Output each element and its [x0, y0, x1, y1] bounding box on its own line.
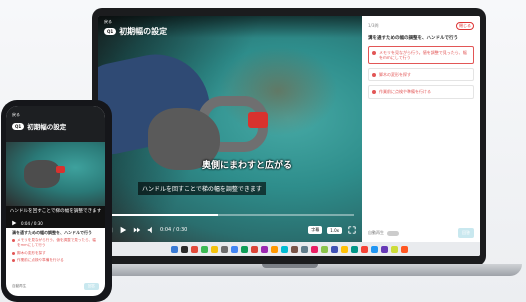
autoplay-toggle[interactable]: 自動再生 [368, 230, 400, 236]
radio-icon [372, 50, 376, 55]
dock-app-icon[interactable] [190, 245, 198, 253]
quiz-option-label: 脚木の変形を探す [379, 72, 411, 78]
video-controls: 0:04 / 0:30 字幕 1.0x [98, 220, 362, 240]
phone-video-controls: 0:04 / 0:30 [6, 218, 105, 228]
dock-app-icon[interactable] [240, 245, 248, 253]
quiz-panel: 1/3問 閉じる 溝を通すための幅の調整を、ハンドルで行う メモリを見ながら行う… [362, 16, 480, 242]
dock-app-icon[interactable] [320, 245, 328, 253]
phone-lesson-badge: Q1 [12, 122, 25, 130]
toggle-switch-icon [387, 230, 400, 236]
back-link[interactable]: 戻る [104, 19, 112, 25]
video-overlay-caption: 奥側にまわすと広がる [202, 161, 293, 171]
quiz-option[interactable]: 作業前に点検や準備を行ける [368, 85, 474, 99]
video-red-part [248, 112, 268, 128]
dock-app-icon[interactable] [230, 245, 238, 253]
video-progress-fill [106, 214, 218, 216]
phone-back-link[interactable]: 戻る [12, 112, 20, 118]
phone-quiz-option-label: 作業前に点検や準備を行ける [17, 258, 64, 263]
phone-quiz-option[interactable]: 作業前に点検や準備を行ける [12, 258, 99, 263]
dock-app-icon[interactable] [280, 245, 288, 253]
phone-video-glove [24, 160, 60, 188]
video-time: 0:04 / 0:30 [160, 227, 188, 233]
phone-radio-icon [12, 251, 15, 255]
dock-app-icon[interactable] [360, 245, 368, 253]
phone-video-time: 0:04 / 0:30 [21, 220, 43, 226]
video-header: 戻る Q1 初期幅の設定 [98, 16, 362, 38]
phone-screen: 戻る Q1 初期幅の設定 ハンドルを回すことで梯の幅を調整できます 0:04 /… [6, 106, 105, 296]
taskbar-dock [98, 242, 480, 256]
video-subtitle: ハンドルを回すことで梯の幅を調整できます [138, 182, 266, 195]
quiz-option-label: メモリを見ながら行う。値を調整で見ったら、幅をmmにして行う [379, 49, 467, 61]
dock-app-icon[interactable] [400, 245, 408, 253]
autoplay-label: 自動再生 [368, 230, 384, 235]
quiz-counter: 1/3問 [368, 23, 379, 28]
volume-icon[interactable] [146, 226, 155, 235]
phone-quiz-option-label: 脚木の変形を探す [17, 250, 46, 255]
quiz-option[interactable]: メモリを見ながら行う。値を調整で見ったら、幅をmmにして行う [368, 45, 474, 65]
quiz-header: 1/3問 閉じる [368, 22, 474, 30]
phone-video-subtitle: ハンドルを回すことで梯の幅を調整できます [6, 206, 105, 218]
close-button[interactable]: 閉じる [456, 22, 474, 30]
dock-app-icon[interactable] [270, 245, 278, 253]
video-progress-bar[interactable] [106, 214, 354, 216]
dock-app-icon[interactable] [290, 245, 298, 253]
play-icon[interactable] [118, 226, 127, 235]
laptop-screen: 戻る Q1 初期幅の設定 奥側にまわすと広がる ハンドルを回すことで梯の幅を調整… [98, 16, 480, 256]
phone-title-group: Q1 初期幅の設定 [12, 121, 66, 131]
phone-radio-icon [12, 259, 15, 263]
dock-app-icon[interactable] [250, 245, 258, 253]
phone-quiz-footer: 自動再生 回答 [12, 283, 99, 290]
dock-app-icon[interactable] [170, 245, 178, 253]
video-player[interactable]: 戻る Q1 初期幅の設定 奥側にまわすと広がる ハンドルを回すことで梯の幅を調整… [98, 16, 362, 242]
phone-submit-button[interactable]: 回答 [83, 283, 99, 290]
dock-app-icon[interactable] [340, 245, 348, 253]
quiz-footer: 自動再生 回答 [368, 228, 474, 238]
dock-app-icon[interactable] [220, 245, 228, 253]
dock-app-icon[interactable] [310, 245, 318, 253]
phone-video-player[interactable] [6, 142, 105, 206]
phone-play-icon[interactable] [11, 220, 17, 227]
phone-radio-icon [12, 239, 15, 243]
forward-icon[interactable] [132, 226, 141, 235]
device-mockup-stage: 戻る Q1 初期幅の設定 奥側にまわすと広がる ハンドルを回すことで梯の幅を調整… [0, 0, 526, 302]
dock-app-icon[interactable] [390, 245, 398, 253]
speed-button[interactable]: 1.0x [327, 226, 342, 234]
dock-app-icon[interactable] [210, 245, 218, 253]
title-group: Q1 初期幅の設定 [104, 26, 167, 37]
dock-app-icon[interactable] [330, 245, 338, 253]
dock-app-icon[interactable] [200, 245, 208, 253]
subtitle-button[interactable]: 字幕 [308, 226, 323, 234]
dock-app-icon[interactable] [350, 245, 358, 253]
phone-quiz-option-label: メモリを見ながら行う。値を調整で見ったら、幅をmmにして行う [17, 238, 96, 247]
page-title: 初期幅の設定 [119, 27, 168, 36]
laptop-notch [262, 264, 318, 268]
phone-quiz-option[interactable]: 脚木の変形を探す [12, 251, 99, 256]
dock-app-icon[interactable] [300, 245, 308, 253]
phone-page-title: 初期幅の設定 [27, 123, 67, 131]
phone-quiz-panel: 溝を通すための幅の調整を、ハンドルで行う メモリを見ながら行う。値を調整で見った… [12, 230, 99, 263]
fullscreen-icon[interactable] [347, 226, 356, 235]
quiz-option-label: 作業前に点検や準備を行ける [379, 89, 431, 95]
lesson-badge: Q1 [104, 28, 117, 35]
phone-quiz-option[interactable]: メモリを見ながら行う。値を調整で見ったら、幅をmmにして行う [12, 238, 99, 247]
radio-icon [372, 90, 376, 95]
dock-app-icon[interactable] [260, 245, 268, 253]
phone-header: 戻る Q1 初期幅の設定 [6, 106, 105, 142]
quiz-question: 溝を通すための幅の調整を、ハンドルで行う [368, 36, 458, 41]
dock-app-icon[interactable] [380, 245, 388, 253]
dock-app-icon[interactable] [370, 245, 378, 253]
phone-video-red-part [56, 166, 65, 173]
radio-icon [372, 73, 376, 78]
phone-autoplay-label[interactable]: 自動再生 [12, 284, 26, 289]
dock-app-icon[interactable] [180, 245, 188, 253]
phone-quiz-question: 溝を通すための幅の調整を、ハンドルで行う [12, 230, 92, 235]
submit-button[interactable]: 回答 [458, 228, 474, 238]
quiz-option[interactable]: 脚木の変形を探す [368, 68, 474, 82]
